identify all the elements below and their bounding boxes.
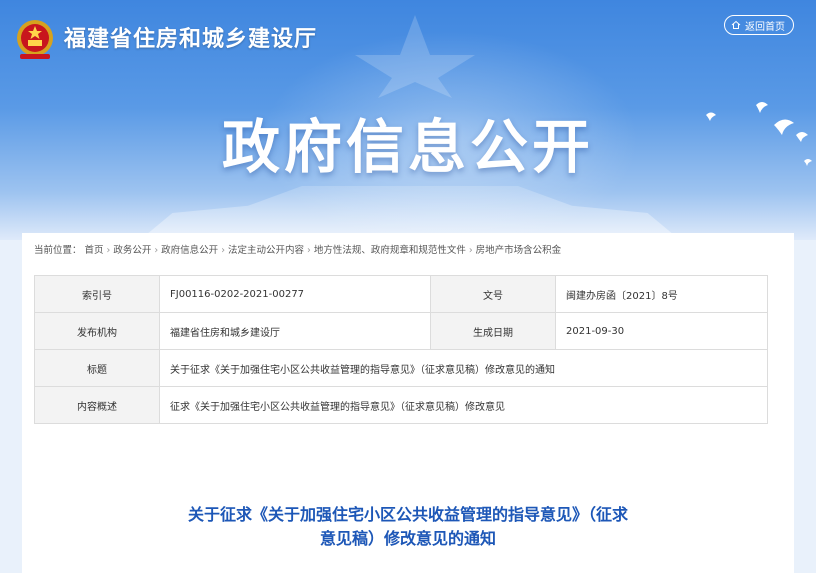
header-banner: 福建省住房和城乡建设厅 返回首页 政府信息公开 — [0, 0, 816, 240]
doves-icon — [706, 102, 812, 166]
docno-value: 闽建办房函〔2021〕8号 — [555, 275, 768, 313]
breadcrumb-item-info-disclosure[interactable]: 政府信息公开 — [161, 245, 218, 256]
docno-label: 文号 — [430, 275, 556, 313]
table-row: 发布机构 福建省住房和城乡建设厅 生成日期 2021-09-30 — [34, 312, 768, 350]
issuer-value: 福建省住房和城乡建设厅 — [159, 312, 431, 350]
breadcrumb-item-regulations[interactable]: 地方性法规、政府规章和规范性文件 — [314, 245, 466, 256]
home-button-label: 返回首页 — [745, 21, 785, 33]
article-title-line-2: 意见稿）修改意见的通知 — [319, 529, 496, 548]
table-row: 内容概述 征求《关于加强住宅小区公共收益管理的指导意见》（征求意见稿）修改意见 — [34, 386, 768, 424]
article-title: 关于征求《关于加强住宅小区公共收益管理的指导意见》（征求 意见稿）修改意见的通知 — [22, 503, 794, 551]
breadcrumb-item-statutory-content[interactable]: 法定主动公开内容 — [228, 245, 304, 256]
breadcrumb-separator: › — [221, 245, 225, 256]
breadcrumb: 当前位置： 首页 › 政务公开 › 政府信息公开 › 法定主动公开内容 › 地方性法规、政府规章和… — [34, 242, 564, 256]
date-value: 2021-09-30 — [555, 312, 768, 350]
breadcrumb-separator: › — [106, 245, 111, 256]
breadcrumb-item-real-estate[interactable]: 房地产市场含公积金 — [476, 245, 562, 256]
metadata-table: 索引号 FJ00116-0202-2021-00277 文号 闽建办房函〔202… — [34, 275, 768, 424]
home-button[interactable]: 返回首页 — [724, 15, 794, 35]
national-emblem-icon — [17, 20, 53, 59]
date-label: 生成日期 — [430, 312, 556, 350]
table-row: 标题 关于征求《关于加强住宅小区公共收益管理的指导意见》（征求意见稿）修改意见的… — [34, 349, 768, 387]
banner-title: 政府信息公开 — [221, 113, 594, 181]
breadcrumb-separator: › — [307, 245, 311, 256]
site-name[interactable]: 福建省住房和城乡建设厅 — [64, 21, 317, 53]
breadcrumb-item-home[interactable]: 首页 — [85, 245, 104, 256]
breadcrumb-separator: › — [154, 245, 159, 256]
article-title-line-1: 关于征求《关于加强住宅小区公共收益管理的指导意见》（征求 — [187, 505, 628, 524]
banner-emblem-watermark-icon — [355, 15, 475, 98]
summary-value: 征求《关于加强住宅小区公共收益管理的指导意见》（征求意见稿）修改意见 — [159, 386, 768, 424]
content-panel: 当前位置： 首页 › 政务公开 › 政府信息公开 › 法定主动公开内容 › 地方性法规、政府规章和… — [22, 233, 794, 573]
table-row: 索引号 FJ00116-0202-2021-00277 文号 闽建办房函〔202… — [34, 275, 768, 313]
title-value: 关于征求《关于加强住宅小区公共收益管理的指导意见》（征求意见稿）修改意见的通知 — [159, 349, 768, 387]
home-icon — [731, 20, 741, 29]
summary-label: 内容概述 — [34, 386, 160, 424]
issuer-label: 发布机构 — [34, 312, 160, 350]
breadcrumb-item-gov-affairs[interactable]: 政务公开 — [113, 245, 151, 256]
index-value: FJ00116-0202-2021-00277 — [159, 275, 431, 313]
breadcrumb-separator: › — [468, 245, 473, 256]
title-label: 标题 — [34, 349, 160, 387]
breadcrumb-prefix: 当前位置： — [34, 245, 82, 256]
index-label: 索引号 — [34, 275, 160, 313]
